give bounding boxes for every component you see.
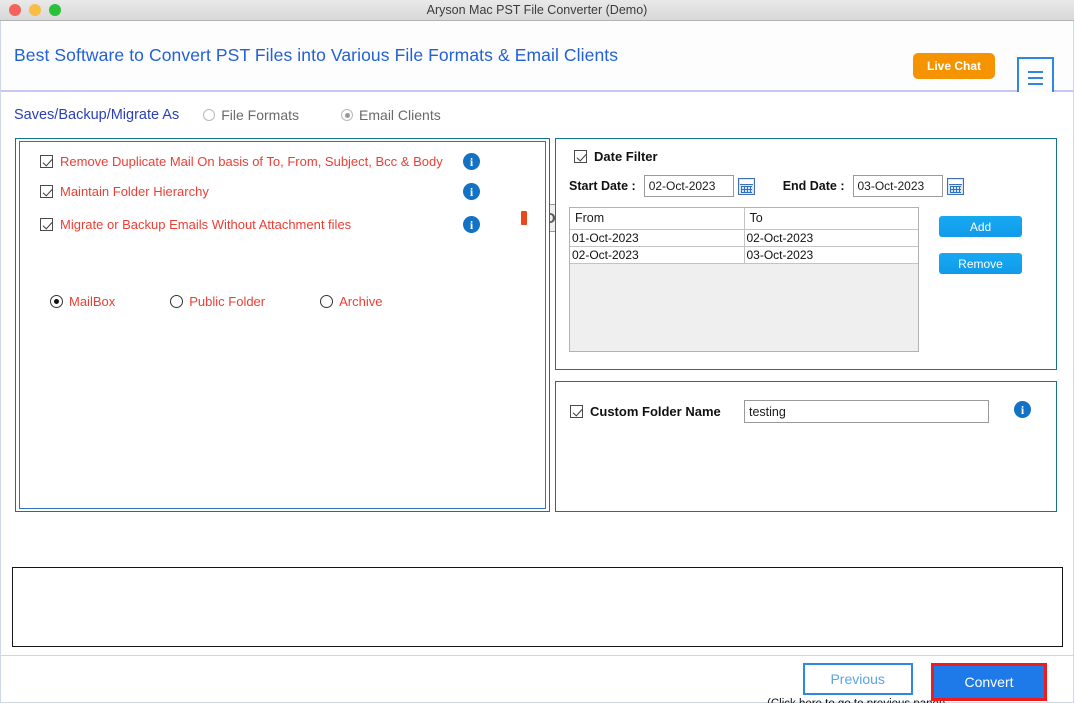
close-window-icon[interactable]: [9, 4, 21, 16]
banner-title: Best Software to Convert PST Files into …: [14, 45, 619, 65]
app-window: Aryson Mac PST File Converter (Demo) Bes…: [0, 0, 1074, 703]
radio-public-folder-indicator: [170, 295, 184, 308]
cell-to: 03-Oct-2023: [744, 246, 918, 264]
output-mode-radio-group: File Formats Email Clients: [203, 107, 441, 123]
radio-file-formats-label: File Formats: [221, 107, 300, 123]
minimize-window-icon[interactable]: [29, 4, 41, 16]
option-without-attachments-label: Migrate or Backup Emails Without Attachm…: [60, 217, 352, 232]
radio-file-formats[interactable]: File Formats: [203, 107, 299, 123]
saves-backup-migrate-label: Saves/Backup/Migrate As: [14, 107, 180, 123]
start-date-label: Start Date :: [569, 179, 636, 193]
info-icon-without-attachments[interactable]: i: [463, 216, 480, 233]
cell-from: 02-Oct-2023: [570, 246, 745, 264]
column-header-from: From: [570, 208, 745, 230]
mode-toolbar: Saves/Backup/Migrate As File Formats Ema…: [1, 92, 1073, 233]
window-controls: [9, 4, 61, 16]
radio-email-clients[interactable]: Email Clients: [341, 107, 441, 123]
radio-mailbox-label: MailBox: [69, 294, 116, 309]
end-date-label: End Date :: [782, 179, 845, 193]
header-banner: Best Software to Convert PST Files into …: [1, 21, 1073, 98]
hamburger-line: [1028, 82, 1043, 85]
custom-folder-checkbox[interactable]: [570, 405, 583, 418]
live-chat-button[interactable]: Live Chat: [912, 53, 995, 79]
radio-mailbox-indicator: [50, 295, 63, 308]
radio-email-clients-label: Email Clients: [359, 107, 441, 123]
app-body: Best Software to Convert PST Files into …: [0, 21, 1074, 703]
custom-folder-label: Custom Folder Name: [590, 404, 721, 419]
hamburger-line: [1028, 76, 1043, 79]
table-row[interactable]: 01-Oct-2023 02-Oct-2023: [570, 229, 918, 247]
mailbox-type-radio-group: MailBox Public Folder Archive: [50, 294, 437, 309]
footer-bar: Previous (Click here to go to previous p…: [1, 655, 1073, 703]
date-filter-checkbox[interactable]: [574, 150, 587, 163]
option-remove-duplicate[interactable]: Remove Duplicate Mail On basis of To, Fr…: [40, 154, 443, 169]
info-icon-remove-duplicate[interactable]: i: [463, 153, 480, 170]
options-panel-inner: Remove Duplicate Mail On basis of To, Fr…: [19, 141, 546, 509]
radio-archive-label: Archive: [339, 294, 383, 309]
date-range-table-body: 01-Oct-2023 02-Oct-2023 02-Oct-2023 03-O…: [570, 229, 918, 264]
option-maintain-hierarchy-label: Maintain Folder Hierarchy: [60, 184, 209, 199]
option-maintain-hierarchy[interactable]: Maintain Folder Hierarchy: [40, 184, 209, 199]
cell-to: 02-Oct-2023: [744, 229, 918, 247]
option-remove-duplicate-checkbox[interactable]: [40, 155, 53, 168]
window-title: Aryson Mac PST File Converter (Demo): [426, 3, 648, 17]
title-bar: Aryson Mac PST File Converter (Demo): [0, 0, 1074, 21]
log-output-box[interactable]: [12, 567, 1063, 647]
option-without-attachments-checkbox[interactable]: [40, 218, 53, 231]
previous-button[interactable]: Previous: [802, 663, 913, 695]
option-without-attachments[interactable]: Migrate or Backup Emails Without Attachm…: [40, 217, 351, 232]
start-date-input[interactable]: [643, 175, 734, 197]
radio-archive-indicator: [320, 295, 334, 308]
table-header-row: From To: [570, 208, 918, 230]
date-range-table-head: From To: [570, 208, 918, 230]
end-date-calendar-icon[interactable]: [946, 177, 964, 195]
options-panel: Remove Duplicate Mail On basis of To, Fr…: [15, 138, 550, 512]
hamburger-line: [1028, 70, 1043, 73]
date-filter-header[interactable]: Date Filter: [574, 149, 658, 164]
end-date-input[interactable]: [852, 175, 943, 197]
date-range-table[interactable]: From To 01-Oct-2023 02-Oct-2023 02-Oct-2…: [569, 207, 919, 352]
info-icon-custom-folder[interactable]: i: [1014, 401, 1031, 418]
maximize-window-icon[interactable]: [49, 4, 61, 16]
main-content: Remove Duplicate Mail On basis of To, Fr…: [12, 138, 1062, 513]
remove-date-range-button[interactable]: Remove: [939, 253, 1022, 274]
date-filter-panel: Date Filter Start Date : End Date :: [555, 138, 1057, 370]
date-filter-title: Date Filter: [594, 149, 658, 164]
date-range-table-grid: From To 01-Oct-2023 02-Oct-2023 02-Oct-2…: [570, 208, 918, 264]
hamburger-lines: [1028, 69, 1043, 87]
date-range-row: Start Date : End Date :: [569, 175, 964, 197]
cell-from: 01-Oct-2023: [570, 229, 745, 247]
previous-button-hint: (Click here to go to previous panel): [767, 698, 945, 703]
radio-email-clients-indicator: [341, 109, 354, 121]
radio-archive[interactable]: Archive: [320, 294, 382, 309]
radio-file-formats-indicator: [203, 109, 216, 121]
convert-button[interactable]: Convert: [934, 666, 1044, 698]
table-row[interactable]: 02-Oct-2023 03-Oct-2023: [570, 246, 918, 264]
previous-button-block: Previous (Click here to go to previous p…: [767, 663, 945, 703]
radio-public-folder[interactable]: Public Folder: [170, 294, 265, 309]
convert-button-block: Convert (Click here to Convert): [931, 663, 1047, 703]
custom-folder-panel: Custom Folder Name i: [555, 381, 1057, 512]
convert-button-highlight: Convert: [931, 663, 1047, 701]
add-date-range-button[interactable]: Add: [939, 216, 1022, 237]
option-remove-duplicate-label: Remove Duplicate Mail On basis of To, Fr…: [60, 154, 443, 169]
start-date-calendar-icon[interactable]: [737, 177, 755, 195]
custom-folder-name-input[interactable]: [744, 400, 989, 423]
radio-mailbox[interactable]: MailBox: [50, 294, 115, 309]
option-maintain-hierarchy-checkbox[interactable]: [40, 185, 53, 198]
info-icon-maintain-hierarchy[interactable]: i: [463, 183, 480, 200]
column-header-to: To: [744, 208, 918, 230]
radio-public-folder-label: Public Folder: [189, 294, 266, 309]
custom-folder-row[interactable]: Custom Folder Name: [570, 404, 721, 419]
